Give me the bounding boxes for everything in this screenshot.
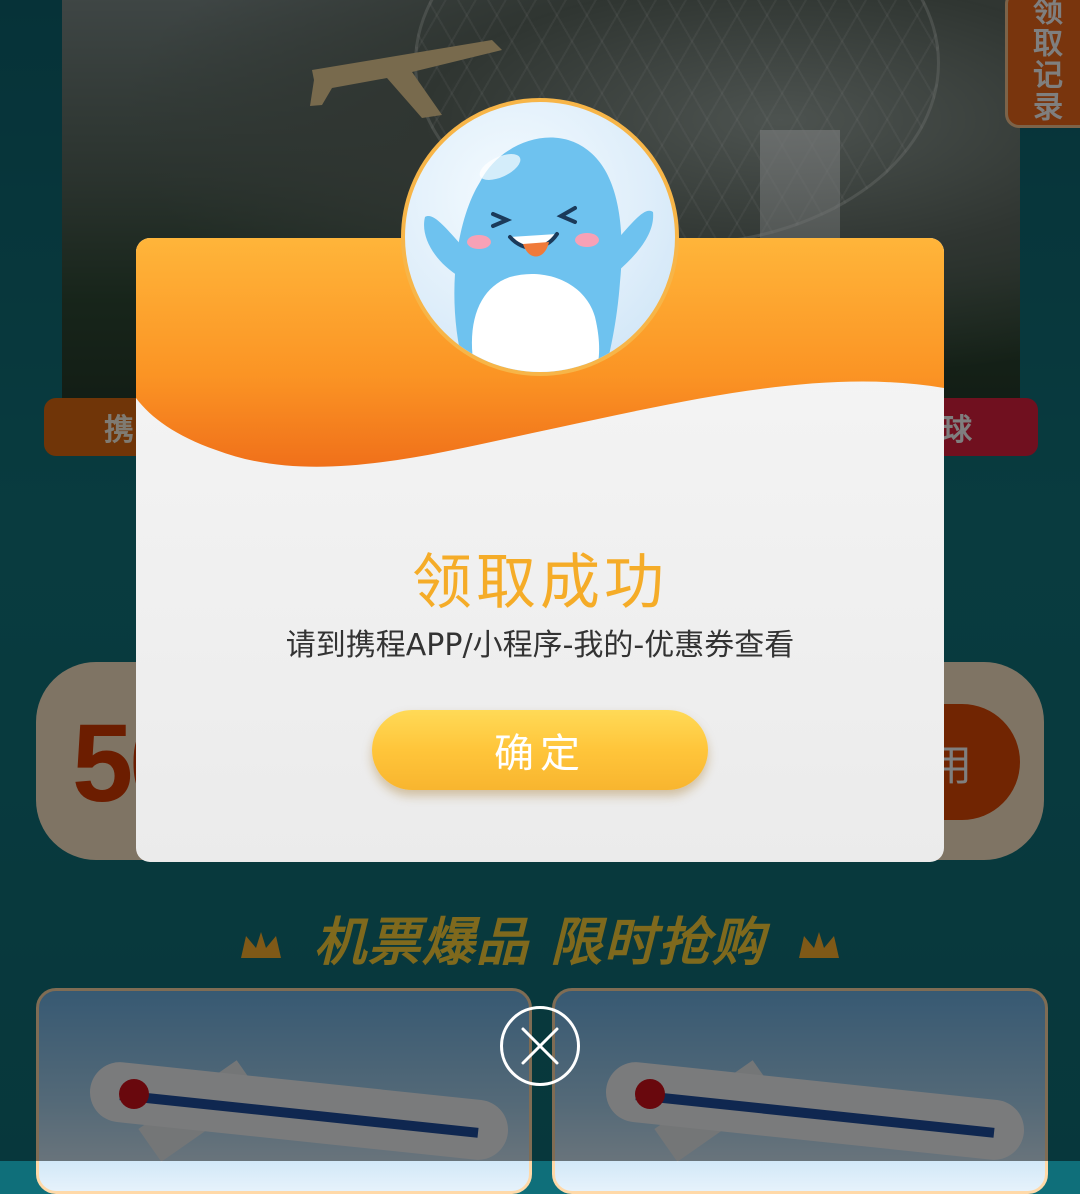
- close-icon: [521, 1027, 559, 1065]
- modal-message: 请到携程APP/小程序-我的-优惠券查看: [285, 628, 795, 663]
- modal-title: 领取成功: [412, 548, 668, 618]
- confirm-button[interactable]: 确定: [372, 710, 708, 790]
- close-button[interactable]: [500, 1006, 580, 1086]
- dolphin-mascot-icon: [401, 98, 679, 376]
- dolphin-illustration: [424, 137, 654, 372]
